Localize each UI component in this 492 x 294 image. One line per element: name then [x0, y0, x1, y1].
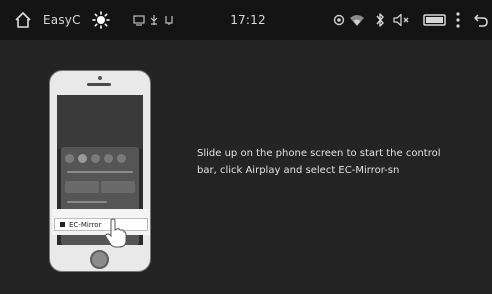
- control-center-toggles: [65, 153, 126, 163]
- usb-icon: [148, 0, 160, 40]
- toggle-icon: [65, 153, 74, 163]
- phone-home-button: [90, 250, 109, 269]
- phone-illustration: EC-Mirror: [49, 70, 151, 272]
- usb-icon: [163, 0, 175, 40]
- back-icon[interactable]: [471, 0, 491, 40]
- screen-notification-icon: [132, 0, 146, 40]
- toggle-icon: [91, 153, 100, 163]
- phone-camera: [98, 76, 102, 80]
- volume-icon[interactable]: [392, 0, 412, 40]
- phone-speaker: [87, 83, 111, 86]
- toggle-icon: [104, 153, 113, 163]
- instruction-text: Slide up on the phone screen to start th…: [197, 148, 441, 176]
- wifi-icon: [348, 0, 366, 40]
- home-icon[interactable]: [12, 0, 34, 40]
- ec-mirror-label: EC-Mirror: [69, 220, 102, 229]
- status-bar: EasyC 17:12: [0, 0, 492, 40]
- battery-icon[interactable]: [421, 0, 449, 40]
- gps-icon: [331, 0, 347, 40]
- control-tile: [65, 181, 99, 193]
- control-center-bar: [67, 201, 107, 203]
- brightness-slider: [67, 171, 133, 173]
- ec-mirror-option: EC-Mirror: [54, 218, 148, 231]
- toggle-icon: [78, 153, 87, 163]
- clock: 17:12: [230, 13, 266, 27]
- sun-icon[interactable]: [90, 0, 112, 40]
- bluetooth-icon: [373, 0, 387, 40]
- more-vert-icon[interactable]: [452, 0, 464, 40]
- app-label: EasyC: [43, 13, 81, 27]
- hand-pointer-icon: [105, 218, 127, 252]
- device-icon: [60, 222, 65, 227]
- control-tile: [101, 181, 135, 193]
- toggle-icon: [117, 153, 126, 163]
- phone-wallpaper: [57, 95, 143, 149]
